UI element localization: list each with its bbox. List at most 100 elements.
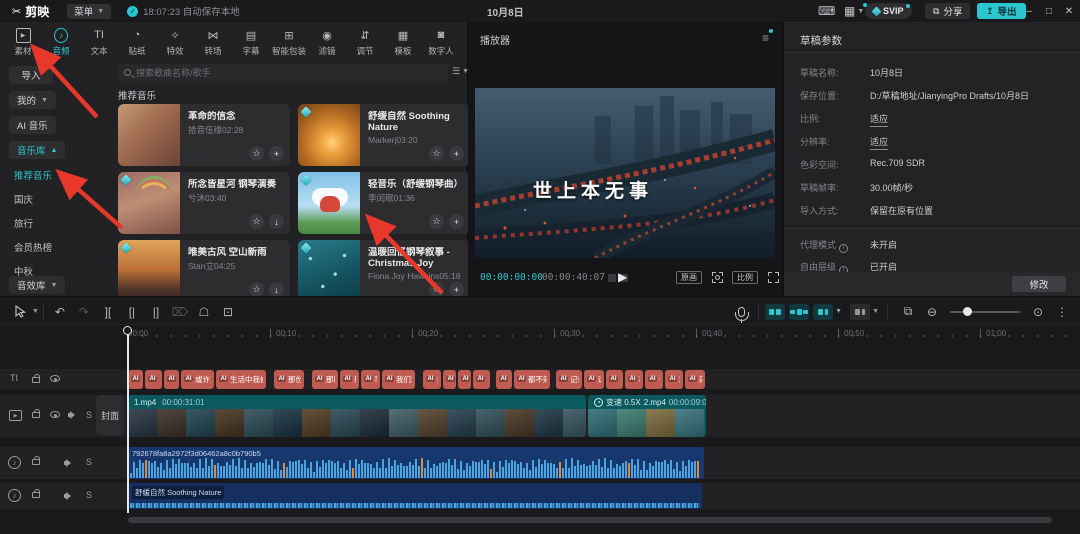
solo-icon[interactable]: S (86, 457, 92, 467)
sidebar-category-1[interactable]: 推荐音乐 (14, 168, 52, 182)
draft-row-value[interactable]: 适应 (870, 112, 888, 127)
trim-right-button[interactable]: |] (144, 302, 168, 322)
freeze-frame-button[interactable]: ⊡ (216, 302, 240, 322)
lock-icon[interactable] (32, 455, 40, 465)
mute-icon[interactable] (64, 491, 74, 501)
mute-icon[interactable] (64, 458, 74, 468)
undo-button[interactable]: ↶ (48, 302, 72, 322)
tab-digital-human[interactable]: ◙数字人 (422, 24, 460, 60)
music-card[interactable]: 革命的信念拾音伍缘02:28☆+ (118, 104, 290, 166)
shortcut-keyboard-icon[interactable]: ⌨ (818, 0, 835, 22)
music-card[interactable]: 唯美古风 空山新雨Stan立04:25☆↓ (118, 240, 290, 302)
favorite-star-button[interactable]: ☆ (249, 214, 264, 229)
tab-sticker[interactable]: ◔贴纸 (118, 24, 156, 60)
add-to-track-button[interactable]: + (449, 146, 464, 161)
layout-switch-icon[interactable]: ▦▼ (844, 0, 864, 22)
timeline-panel-icon[interactable]: ⧉ (896, 302, 920, 322)
record-voiceover-button[interactable] (730, 302, 754, 322)
preview-axis-chevron[interactable]: ▼ (872, 308, 879, 315)
auto-snap-toggle[interactable] (789, 304, 809, 320)
favorite-star-button[interactable]: ☆ (249, 146, 264, 161)
lock-icon[interactable] (32, 408, 40, 418)
mask-button[interactable]: ☖ (192, 302, 216, 322)
sidebar-ai-music-button[interactable]: AI 音乐 (9, 116, 56, 134)
zoom-fit-button[interactable]: ⊙ (1026, 302, 1050, 322)
tab-text[interactable]: TI文本 (80, 24, 118, 60)
aspect-ratio-button[interactable]: 比例 (732, 271, 758, 284)
eye-icon[interactable] (50, 375, 60, 382)
subtitle-clip[interactable]: AI都不知道 (514, 370, 550, 389)
draft-row-value[interactable]: 适应 (870, 135, 888, 150)
cover-button[interactable]: 封面 (96, 395, 124, 435)
subtitle-clip[interactable]: AI生 (496, 370, 512, 389)
subtitle-clip[interactable]: AI生活中我们 (216, 370, 266, 389)
video-preview[interactable]: 世上本无事 (475, 88, 775, 258)
maximize-button[interactable]: □ (1042, 0, 1056, 22)
subtitle-clip[interactable]: AI或许正 (181, 370, 214, 389)
sidebar-sound-library-button[interactable]: 音效库▼ (9, 276, 65, 294)
main-track-magnet-toggle[interactable] (765, 304, 785, 320)
player-menu-icon[interactable]: ≡ (762, 31, 769, 45)
playhead[interactable] (127, 327, 129, 513)
audio-clip-1[interactable]: 792678fa8a2972f3d06462a8c0b790b5 (128, 447, 704, 479)
menu-button[interactable]: 菜单 ▼ (67, 4, 111, 19)
sidebar-category-3[interactable]: 旅行 (14, 216, 33, 230)
favorite-star-button[interactable]: ☆ (249, 282, 264, 297)
redo-button[interactable]: ↷ (72, 302, 96, 322)
add-to-track-button[interactable]: + (449, 282, 464, 297)
subtitle-clip[interactable]: AI那 (340, 370, 359, 389)
preview-axis-toggle[interactable] (850, 304, 870, 320)
tab-smart-pack[interactable]: ⊞智能包装 (270, 24, 308, 60)
search-input[interactable] (136, 68, 442, 78)
link-toggle-chevron[interactable]: ▼ (835, 308, 842, 315)
subtitle-clip[interactable]: AI (443, 370, 456, 389)
frame-prev-icon[interactable] (608, 274, 616, 282)
video-clip-1[interactable]: 1.mp4 00:00:31:01 (128, 395, 586, 437)
slider-handle[interactable] (963, 307, 972, 316)
original-quality-button[interactable]: 原画 (676, 271, 702, 284)
horizontal-scrollbar[interactable] (128, 517, 1052, 523)
subtitle-clip[interactable]: AI记得 (556, 370, 582, 389)
minimize-button[interactable]: – (1022, 0, 1036, 22)
share-button[interactable]: ⧉ 分享 (925, 3, 970, 19)
sidebar-mine-button[interactable]: 我的▼ (9, 91, 56, 109)
sidebar-category-4[interactable]: 会员热榜 (14, 240, 52, 254)
subtitle-clip[interactable]: AI聊 (361, 370, 380, 389)
subtitle-clip[interactable]: AI就 (685, 370, 705, 389)
export-button[interactable]: ↥ 导出 (977, 3, 1026, 19)
filter-button[interactable]: ☰▼ (452, 66, 469, 77)
modify-button[interactable]: 修改 (1012, 276, 1066, 292)
mute-icon[interactable] (68, 410, 78, 420)
tab-filter[interactable]: ◉滤镜 (308, 24, 346, 60)
download-button[interactable]: ↓ (269, 282, 284, 297)
sidebar-category-2[interactable]: 国庆 (14, 192, 33, 206)
subtitle-clip[interactable]: AI优 (164, 370, 179, 389)
eye-icon[interactable] (50, 411, 60, 418)
subtitle-clip[interactable]: AI那份这 (274, 370, 304, 389)
music-card[interactable]: 所念皆星河 钢琴演奏兮沐03:40☆↓ (118, 172, 290, 234)
play-button[interactable]: ▶ (618, 270, 627, 284)
subtitle-clip[interactable]: AI (458, 370, 471, 389)
lock-icon[interactable] (32, 488, 40, 498)
fullscreen-icon[interactable] (768, 272, 779, 283)
tab-template[interactable]: ▦模板 (384, 24, 422, 60)
subtitle-clip[interactable]: AI每 (645, 370, 663, 389)
tab-audio[interactable]: ♪音频 (42, 24, 80, 60)
subtitle-clip[interactable]: AI教 (625, 370, 643, 389)
sidebar-import-button[interactable]: 导入 (9, 66, 53, 84)
select-tool-chevron[interactable]: ▼ (32, 308, 39, 315)
favorite-star-button[interactable]: ☆ (429, 282, 444, 297)
time-ruler[interactable]: 00:00▏00:10▏00:20▏00:30▏00:40▏00:50▏01:0… (0, 327, 1080, 341)
subtitle-clip[interactable]: AI那段 (312, 370, 338, 389)
video-clip-2[interactable]: ◔ 变速 0.5X 2.mp4 00:00:09:06 (588, 395, 706, 437)
trim-left-button[interactable]: [| (120, 302, 144, 322)
subtitle-clip[interactable]: AI发 (606, 370, 623, 389)
add-to-track-button[interactable]: + (449, 214, 464, 229)
favorite-star-button[interactable]: ☆ (429, 146, 444, 161)
download-button[interactable]: ↓ (269, 214, 284, 229)
music-card[interactable]: 舒缓自然 Soothing NatureMarkerj03:20☆+ (298, 104, 470, 166)
link-clips-toggle[interactable] (813, 304, 833, 320)
subtitle-clip[interactable]: AI让 (128, 370, 143, 389)
subtitle-clip[interactable]: AI就 (665, 370, 683, 389)
tab-captions[interactable]: ▤字幕 (232, 24, 270, 60)
